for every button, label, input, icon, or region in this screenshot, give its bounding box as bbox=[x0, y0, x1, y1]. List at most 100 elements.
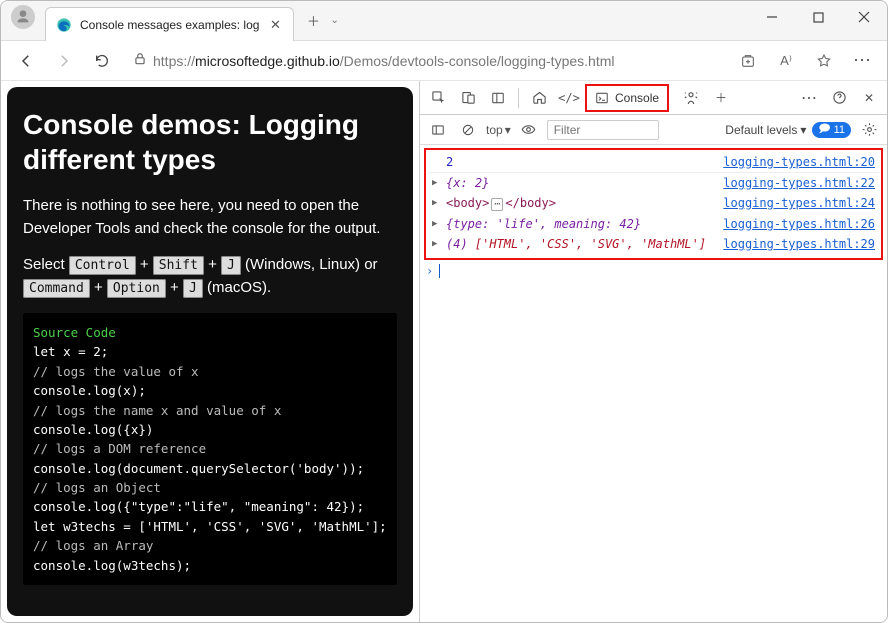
code-line: // logs the name x and value of x bbox=[33, 401, 387, 420]
browser-menu-button[interactable]: ⋯ bbox=[847, 46, 877, 76]
page-intro: There is nothing to see here, you need t… bbox=[23, 195, 397, 240]
browser-tab[interactable]: Console messages examples: log ✕ bbox=[45, 7, 294, 41]
expand-arrow-icon[interactable]: ▶ bbox=[432, 196, 442, 208]
log-object: {type: 'life', meaning: 42} bbox=[446, 217, 713, 231]
chevron-down-icon: ▾ bbox=[800, 123, 806, 137]
kbd-shift: Shift bbox=[153, 256, 204, 275]
clear-console-button[interactable] bbox=[456, 118, 480, 142]
console-row[interactable]: ▶ {x: 2} logging-types.html:22 bbox=[428, 173, 879, 193]
console-row[interactable]: ▶ (4) ['HTML', 'CSS', 'SVG', 'MathML'] l… bbox=[428, 234, 879, 254]
address-bar: https://microsoftedge.github.io/Demos/de… bbox=[1, 41, 887, 81]
source-link[interactable]: logging-types.html:22 bbox=[723, 176, 875, 190]
help-button[interactable] bbox=[825, 84, 853, 112]
row-indent bbox=[432, 155, 442, 157]
url-box[interactable]: https://microsoftedge.github.io/Demos/de… bbox=[125, 46, 725, 76]
console-sidebar-toggle[interactable] bbox=[426, 118, 450, 142]
console-tab-label: Console bbox=[615, 91, 659, 105]
console-settings-button[interactable] bbox=[857, 118, 881, 142]
console-filter-input[interactable] bbox=[547, 120, 659, 140]
inspect-element-icon[interactable] bbox=[424, 84, 452, 112]
activity-bar-icon[interactable] bbox=[484, 84, 512, 112]
shortcut-line: Select Control + Shift + J (Windows, Lin… bbox=[23, 254, 397, 299]
kbd-j-2: J bbox=[183, 279, 203, 298]
tab-title: Console messages examples: log bbox=[80, 18, 259, 32]
log-levels-selector[interactable]: Default levels ▾ bbox=[725, 123, 806, 137]
expand-arrow-icon[interactable]: ▶ bbox=[432, 176, 442, 188]
code-line: // logs an Array bbox=[33, 536, 387, 555]
source-link[interactable]: logging-types.html:24 bbox=[723, 196, 875, 210]
page-body: Console demos: Logging different types T… bbox=[7, 87, 413, 616]
favorite-button[interactable] bbox=[809, 46, 839, 76]
code-line: console.log(w3techs); bbox=[33, 556, 387, 575]
separator bbox=[518, 88, 519, 108]
code-line: // logs the value of x bbox=[33, 362, 387, 381]
forward-button[interactable] bbox=[49, 46, 79, 76]
back-button[interactable] bbox=[11, 46, 41, 76]
close-devtools-button[interactable]: ✕ bbox=[855, 84, 883, 112]
issues-badge[interactable]: 🗩11 bbox=[812, 122, 851, 138]
url-scheme: https:// bbox=[153, 53, 195, 69]
refresh-button[interactable] bbox=[87, 46, 117, 76]
read-aloud-button[interactable]: A⁾ bbox=[771, 46, 801, 76]
code-line: let x = 2; bbox=[33, 342, 387, 361]
code-line: console.log({x}) bbox=[33, 420, 387, 439]
devtools-menu-button[interactable]: ⋯ bbox=[795, 84, 823, 112]
console-prompt[interactable]: › bbox=[420, 260, 887, 282]
expand-arrow-icon[interactable]: ▶ bbox=[432, 237, 442, 249]
console-toolbar: top ▾ Default levels ▾ 🗩11 bbox=[420, 115, 887, 145]
minimize-button[interactable] bbox=[749, 1, 795, 33]
chevron-down-icon: ▾ bbox=[505, 123, 511, 137]
issues-icon[interactable] bbox=[677, 84, 705, 112]
kbd-j: J bbox=[221, 256, 241, 275]
url-path: /Demos/devtools-console/logging-types.ht… bbox=[340, 53, 615, 69]
device-emulation-icon[interactable] bbox=[454, 84, 482, 112]
url-host: microsoftedge.github.io bbox=[195, 53, 340, 69]
console-row[interactable]: 2 logging-types.html:20 bbox=[428, 152, 879, 173]
close-window-button[interactable] bbox=[841, 1, 887, 33]
code-header: Source Code bbox=[33, 323, 387, 342]
page-viewport: Console demos: Logging different types T… bbox=[1, 81, 419, 622]
context-label: top bbox=[486, 123, 503, 137]
mid-text-1: (Windows, Linux) or bbox=[241, 256, 378, 273]
console-messages: 2 logging-types.html:20 ▶ {x: 2} logging… bbox=[424, 148, 883, 260]
kbd-option: Option bbox=[107, 279, 166, 298]
maximize-button[interactable] bbox=[795, 1, 841, 33]
source-link[interactable]: logging-types.html:29 bbox=[723, 237, 875, 251]
text-caret bbox=[439, 264, 440, 278]
welcome-tab-icon[interactable] bbox=[525, 84, 553, 112]
source-link[interactable]: logging-types.html:20 bbox=[723, 155, 875, 169]
tab-close-icon[interactable]: ✕ bbox=[267, 17, 283, 33]
log-dom-element: <body>⋯</body> bbox=[446, 196, 713, 211]
console-row[interactable]: ▶ <body>⋯</body> logging-types.html:24 bbox=[428, 193, 879, 214]
kbd-command: Command bbox=[23, 279, 90, 298]
array-body: ['HTML', 'CSS', 'SVG', 'MathML'] bbox=[475, 237, 706, 251]
console-tab[interactable]: Console bbox=[585, 84, 669, 112]
collections-button[interactable] bbox=[733, 46, 763, 76]
page-title: Console demos: Logging different types bbox=[23, 107, 397, 177]
live-expression-button[interactable] bbox=[517, 118, 541, 142]
edge-favicon bbox=[56, 17, 72, 33]
devtools-panel: </> Console ＋ ⋯ ✕ top ▾ Default le bbox=[419, 81, 887, 622]
window-controls bbox=[749, 1, 887, 33]
expand-arrow-icon[interactable]: ▶ bbox=[432, 217, 442, 229]
code-line: let w3techs = ['HTML', 'CSS', 'SVG', 'Ma… bbox=[33, 517, 387, 536]
devtools-tabstrip: </> Console ＋ ⋯ ✕ bbox=[420, 81, 887, 115]
new-tab-button[interactable]: ＋ bbox=[298, 6, 328, 36]
log-value: 2 bbox=[446, 155, 713, 169]
dom-open-tag: <body> bbox=[446, 196, 489, 210]
code-line: console.log({"type":"life", "meaning": 4… bbox=[33, 497, 387, 516]
console-row[interactable]: ▶ {type: 'life', meaning: 42} logging-ty… bbox=[428, 214, 879, 234]
tab-overflow-chevron[interactable]: ⌄ bbox=[330, 15, 338, 26]
content-columns: Console demos: Logging different types T… bbox=[1, 81, 887, 622]
context-selector[interactable]: top ▾ bbox=[486, 123, 511, 137]
source-link[interactable]: logging-types.html:26 bbox=[723, 217, 875, 231]
site-info-icon[interactable] bbox=[133, 52, 147, 69]
prompt-arrow-icon: › bbox=[426, 264, 433, 278]
ellipsis-icon[interactable]: ⋯ bbox=[491, 198, 503, 211]
profile-avatar[interactable] bbox=[11, 5, 35, 29]
log-object: {x: 2} bbox=[446, 176, 713, 190]
elements-tab-icon[interactable]: </> bbox=[555, 84, 583, 112]
more-tabs-button[interactable]: ＋ bbox=[707, 84, 735, 112]
browser-window: Console messages examples: log ✕ ＋ ⌄ htt… bbox=[0, 0, 888, 623]
console-icon bbox=[595, 91, 609, 105]
